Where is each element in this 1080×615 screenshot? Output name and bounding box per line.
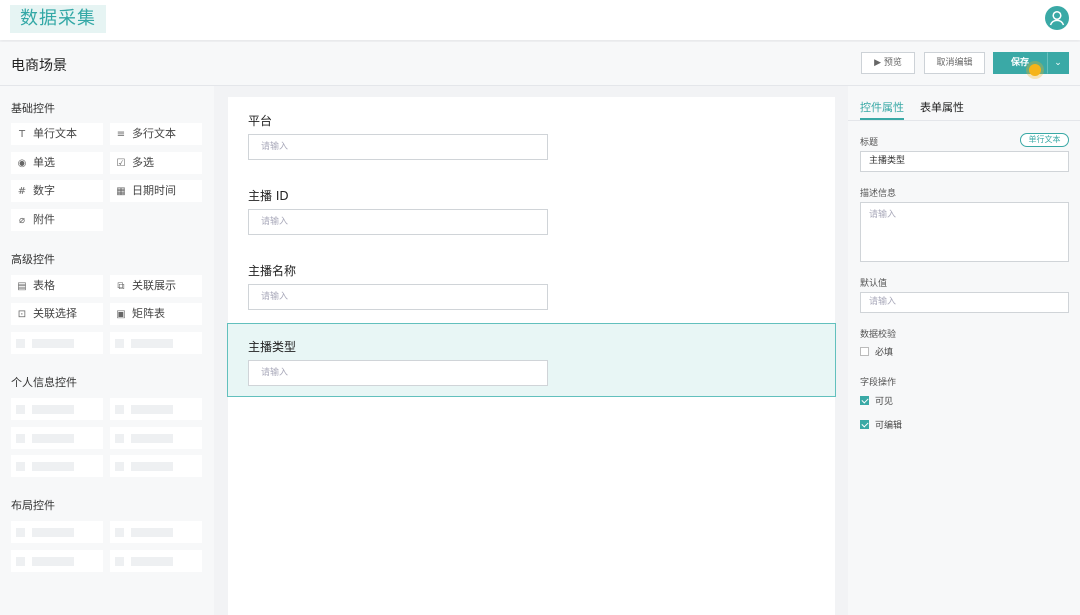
validation-label: 数据校验 [860, 330, 897, 340]
palette-item-single-line-text[interactable]: T 单行文本 [11, 123, 103, 145]
palette-item-loading [11, 398, 103, 420]
palette-item-number[interactable]: # 数字 [11, 180, 103, 202]
required-checkbox[interactable] [860, 347, 869, 356]
default-value-label: 默认值 [860, 279, 888, 289]
number-icon: # [17, 186, 27, 197]
palette-item-linked-display[interactable]: ⧉ 关联展示 [110, 275, 202, 297]
group-title-layout: 布局控件 [11, 499, 55, 512]
palette-item-label: 多行文本 [132, 127, 176, 140]
required-label: 必填 [875, 348, 894, 358]
palette-item-loading [110, 427, 202, 449]
cancel-edit-button[interactable]: 取消编辑 [924, 52, 985, 74]
editable-label: 可编辑 [875, 421, 903, 431]
mouse-cursor-indicator [1029, 64, 1041, 76]
description-label: 描述信息 [860, 189, 897, 199]
palette-item-label: 关联展示 [132, 279, 176, 292]
top-bar: 数据采集 [0, 0, 1080, 40]
preview-button[interactable]: ▶ 预览 [861, 52, 915, 74]
palette-item-loading [11, 550, 103, 572]
visible-label: 可见 [875, 397, 894, 407]
palette-item-matrix[interactable]: ▣ 矩阵表 [110, 303, 202, 325]
properties-panel: 控件属性 表单属性 标题 单行文本 主播类型 描述信息 请输入 默认值 请输入 … [848, 86, 1080, 615]
palette-item-loading [110, 398, 202, 420]
editor-header: 电商场景 ▶ 预览 取消编辑 保存 ⌄ [0, 42, 1080, 86]
form-field-platform[interactable]: 平台 请输入 [228, 97, 835, 171]
textarea-icon: ≡ [116, 129, 126, 140]
avatar[interactable] [1045, 6, 1069, 30]
field-input[interactable]: 请输入 [248, 209, 548, 235]
tab-control-properties[interactable]: 控件属性 [860, 99, 904, 115]
tab-divider [848, 120, 1080, 121]
link-select-icon: ⊡ [17, 309, 27, 320]
link-display-icon: ⧉ [117, 281, 125, 292]
palette-item-label: 日期时间 [132, 184, 176, 197]
palette-item-label: 附件 [33, 213, 55, 226]
palette-item-loading [11, 332, 103, 354]
checkbox-icon: ☑ [116, 158, 126, 169]
palette-item-loading [110, 521, 202, 543]
palette-item-datetime[interactable]: ▦ 日期时间 [110, 180, 202, 202]
title-label: 标题 [860, 138, 879, 148]
palette-item-linked-select[interactable]: ⊡ 关联选择 [11, 303, 103, 325]
field-input[interactable]: 请输入 [248, 360, 548, 386]
palette-item-loading [11, 521, 103, 543]
palette-item-label: 单选 [33, 156, 55, 169]
field-input[interactable]: 请输入 [248, 284, 548, 310]
palette-item-loading [110, 550, 202, 572]
palette-item-checkbox[interactable]: ☑ 多选 [110, 152, 202, 174]
control-palette: 基础控件 T 单行文本 ≡ 多行文本 ◉ 单选 ☑ 多选 # 数字 ▦ 日期时间 ⌀ 附件 高… [0, 86, 214, 615]
page-title: 电商场景 [11, 58, 67, 74]
palette-item-loading [110, 455, 202, 477]
palette-item-label: 关联选择 [33, 307, 77, 320]
field-label: 主播类型 [248, 340, 297, 354]
group-title-advanced: 高级控件 [11, 253, 55, 266]
palette-item-loading [11, 427, 103, 449]
palette-item-table[interactable]: ▤ 表格 [11, 275, 103, 297]
palette-item-loading [110, 332, 202, 354]
field-label: 主播名称 [248, 264, 297, 278]
table-icon: ▤ [17, 281, 27, 292]
palette-item-radio[interactable]: ◉ 单选 [11, 152, 103, 174]
group-title-personal: 个人信息控件 [11, 376, 77, 389]
calendar-icon: ▦ [116, 186, 126, 197]
title-input[interactable]: 主播类型 [860, 151, 1069, 172]
control-type-badge: 单行文本 [1020, 133, 1069, 147]
radio-icon: ◉ [17, 158, 27, 169]
chevron-down-icon: ⌄ [1054, 58, 1062, 68]
matrix-icon: ▣ [116, 309, 126, 320]
text-field-icon: T [18, 129, 26, 140]
description-textarea[interactable]: 请输入 [860, 202, 1069, 262]
palette-item-label: 多选 [132, 156, 154, 169]
field-operations-label: 字段操作 [860, 378, 897, 388]
palette-item-multi-line-text[interactable]: ≡ 多行文本 [110, 123, 202, 145]
visible-checkbox[interactable] [860, 396, 869, 405]
form-field-streamer-id[interactable]: 主播 ID 请输入 [228, 172, 835, 246]
paperclip-icon: ⌀ [18, 215, 26, 226]
editable-checkbox[interactable] [860, 420, 869, 429]
palette-item-attachment[interactable]: ⌀ 附件 [11, 209, 103, 231]
save-options-dropdown[interactable]: ⌄ [1047, 52, 1069, 74]
palette-item-label: 数字 [33, 184, 55, 197]
app-title: 数据采集 [10, 5, 106, 33]
form-canvas: 平台 请输入 主播 ID 请输入 主播名称 请输入 主播类型 请输入 [227, 97, 836, 615]
form-field-streamer-name[interactable]: 主播名称 请输入 [228, 247, 835, 321]
palette-item-label: 表格 [33, 279, 55, 292]
palette-item-label: 矩阵表 [132, 307, 165, 320]
tab-form-properties[interactable]: 表单属性 [920, 99, 964, 115]
palette-item-loading [11, 455, 103, 477]
palette-item-label: 单行文本 [33, 127, 77, 140]
field-label: 主播 ID [248, 189, 289, 203]
active-tab-indicator [860, 118, 904, 120]
default-value-input[interactable]: 请输入 [860, 292, 1069, 313]
field-label: 平台 [248, 114, 273, 128]
group-title-basic: 基础控件 [11, 102, 55, 115]
field-input[interactable]: 请输入 [248, 134, 548, 160]
form-field-streamer-type[interactable]: 主播类型 请输入 [227, 323, 836, 397]
user-icon [1049, 10, 1065, 26]
